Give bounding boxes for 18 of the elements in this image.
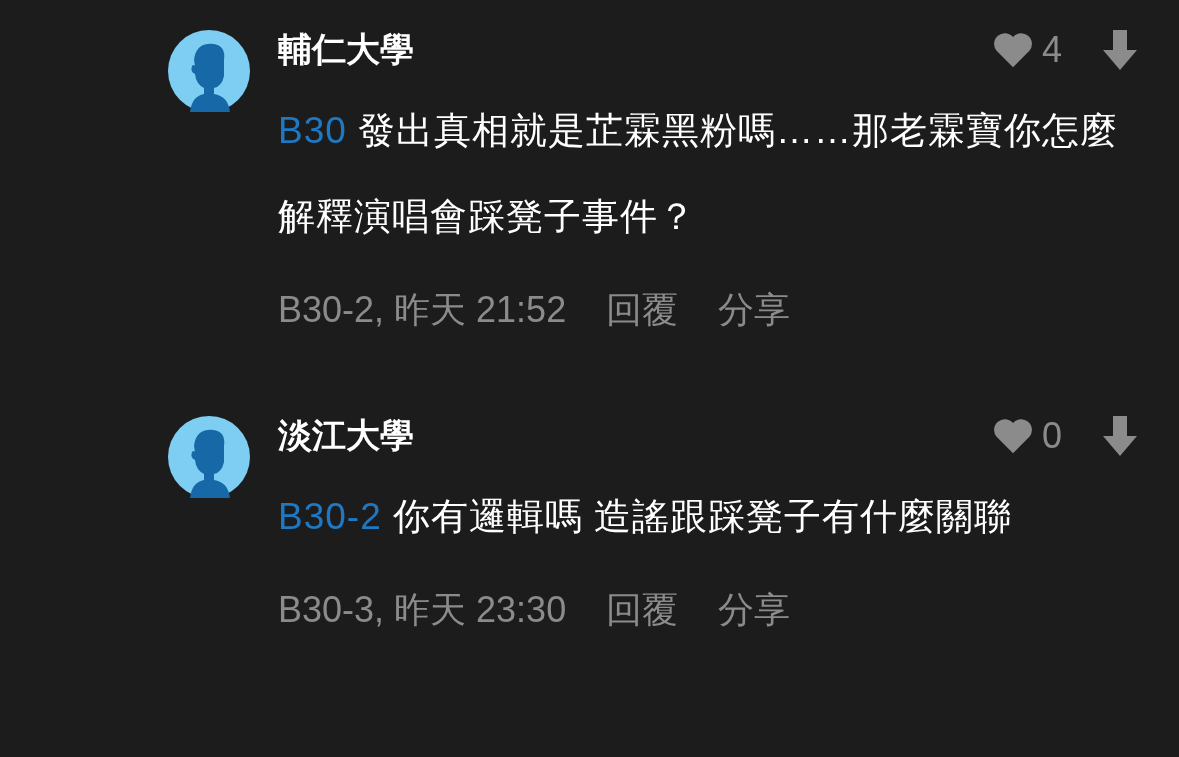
floor-time: B30-3, 昨天 23:30 <box>278 588 567 632</box>
action-link[interactable]: 分享 <box>718 286 791 335</box>
author-name: 輔仁大學 <box>278 29 414 70</box>
author-name: 淡江大學 <box>278 415 414 456</box>
action-link[interactable]: 分享 <box>718 586 791 635</box>
down-arrow-icon[interactable] <box>1102 30 1138 70</box>
floor-time: B30-2, 昨天 21:52 <box>278 288 567 332</box>
heart-icon[interactable] <box>992 417 1034 455</box>
like-count: 0 <box>1042 415 1064 457</box>
action-link[interactable]: 回覆 <box>606 286 679 335</box>
avatar-icon <box>168 416 250 498</box>
comment-text: B30 發出真相就是芷霖黑粉嗎……那老霖寶你怎麼解釋演唱會踩凳子事件？ <box>278 109 1120 239</box>
heart-icon[interactable] <box>992 31 1034 69</box>
down-arrow-icon[interactable] <box>1102 416 1138 456</box>
comment-text: B30-2 你有邏輯嗎 造謠跟踩凳子有什麼關聯 <box>278 495 1014 539</box>
action-link[interactable]: 回覆 <box>606 586 679 635</box>
avatar-icon <box>168 30 250 112</box>
like-count: 4 <box>1042 29 1064 71</box>
